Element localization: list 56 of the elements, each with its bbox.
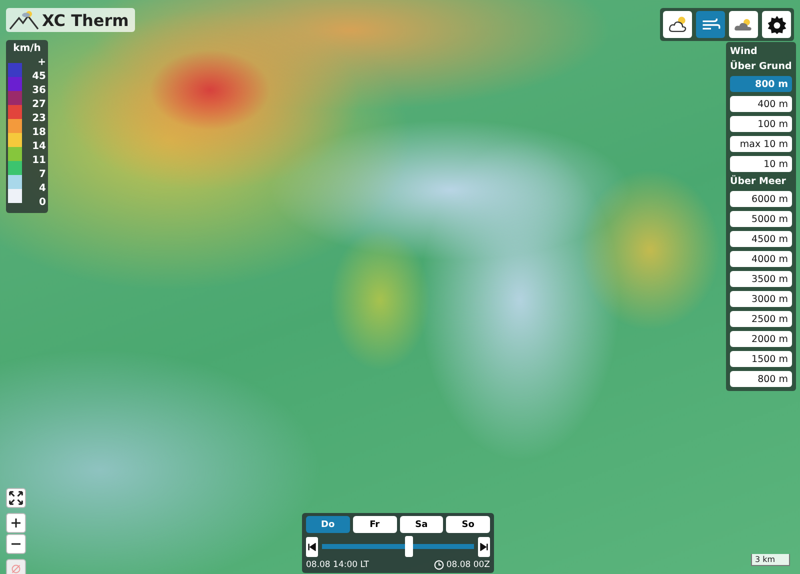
altitude-option[interactable]: 5000 m (730, 211, 792, 227)
legend-value: 36 (31, 86, 46, 96)
skip-back-icon (308, 542, 316, 550)
local-time: 08.08 14:00 LT (306, 560, 369, 570)
legend-value: 14 (31, 142, 46, 152)
section-heading: Über Meer (730, 176, 787, 187)
legend-value: 27 (31, 100, 46, 110)
legend-value: 0 (38, 198, 46, 208)
altitude-option[interactable]: 4000 m (730, 251, 792, 267)
legend-value: 18 (31, 128, 46, 138)
clouds-button[interactable] (729, 11, 758, 38)
wind-button[interactable] (696, 11, 725, 38)
panel-title: Wind (730, 46, 758, 57)
legend-value: + (36, 58, 46, 68)
altitude-option[interactable]: 4500 m (730, 231, 792, 247)
legend-value: 11 (31, 156, 46, 166)
settings-icon (766, 14, 788, 36)
legend-value: 23 (31, 114, 46, 124)
app-title: XC Therm (42, 10, 129, 30)
weather-button[interactable] (663, 11, 692, 38)
mountain-cloud-icon (9, 10, 39, 30)
plus-icon (10, 517, 22, 529)
altitude-option[interactable]: 2000 m (730, 331, 792, 347)
clock-icon (434, 560, 444, 570)
crosshair-icon (10, 563, 22, 574)
legend-unit: km/h (12, 42, 42, 56)
settings-button[interactable] (762, 11, 791, 38)
day-tab[interactable]: Do (306, 516, 350, 533)
altitude-option[interactable]: 3500 m (730, 271, 792, 287)
zoom-out-button[interactable] (6, 534, 26, 554)
altitude-option[interactable]: 800 m (730, 371, 792, 387)
zoom-in-button[interactable] (6, 513, 26, 533)
day-tab[interactable]: Sa (400, 516, 444, 533)
altitude-option[interactable]: 2500 m (730, 311, 792, 327)
slider-thumb[interactable] (404, 536, 413, 557)
legend-value: 7 (38, 170, 46, 180)
legend-value: 4 (38, 184, 46, 194)
skip-back-button[interactable] (306, 536, 318, 556)
altitude-option[interactable]: 400 m (730, 96, 792, 112)
altitude-option[interactable]: 100 m (730, 116, 792, 132)
altitude-option[interactable]: 6000 m (730, 191, 792, 207)
day-tab[interactable]: So (446, 516, 490, 533)
skip-forward-icon (480, 542, 488, 550)
fullscreen-icon (9, 491, 23, 505)
altitude-option[interactable]: 1500 m (730, 351, 792, 367)
day-tab[interactable]: Fr (352, 516, 396, 533)
fullscreen-button[interactable] (6, 488, 26, 508)
altitude-option[interactable]: 800 m (730, 76, 792, 92)
skip-forward-button[interactable] (478, 536, 490, 556)
altitude-option[interactable]: 10 m (730, 156, 792, 172)
legend-value: 45 (31, 72, 46, 82)
altitude-option[interactable]: 3000 m (730, 291, 792, 307)
section-heading: Über Grund (730, 61, 792, 72)
model-run-time: 08.08 00Z (446, 560, 490, 570)
altitude-option[interactable]: max 10 m (730, 136, 792, 152)
scale-bar: 3 km (750, 554, 790, 566)
